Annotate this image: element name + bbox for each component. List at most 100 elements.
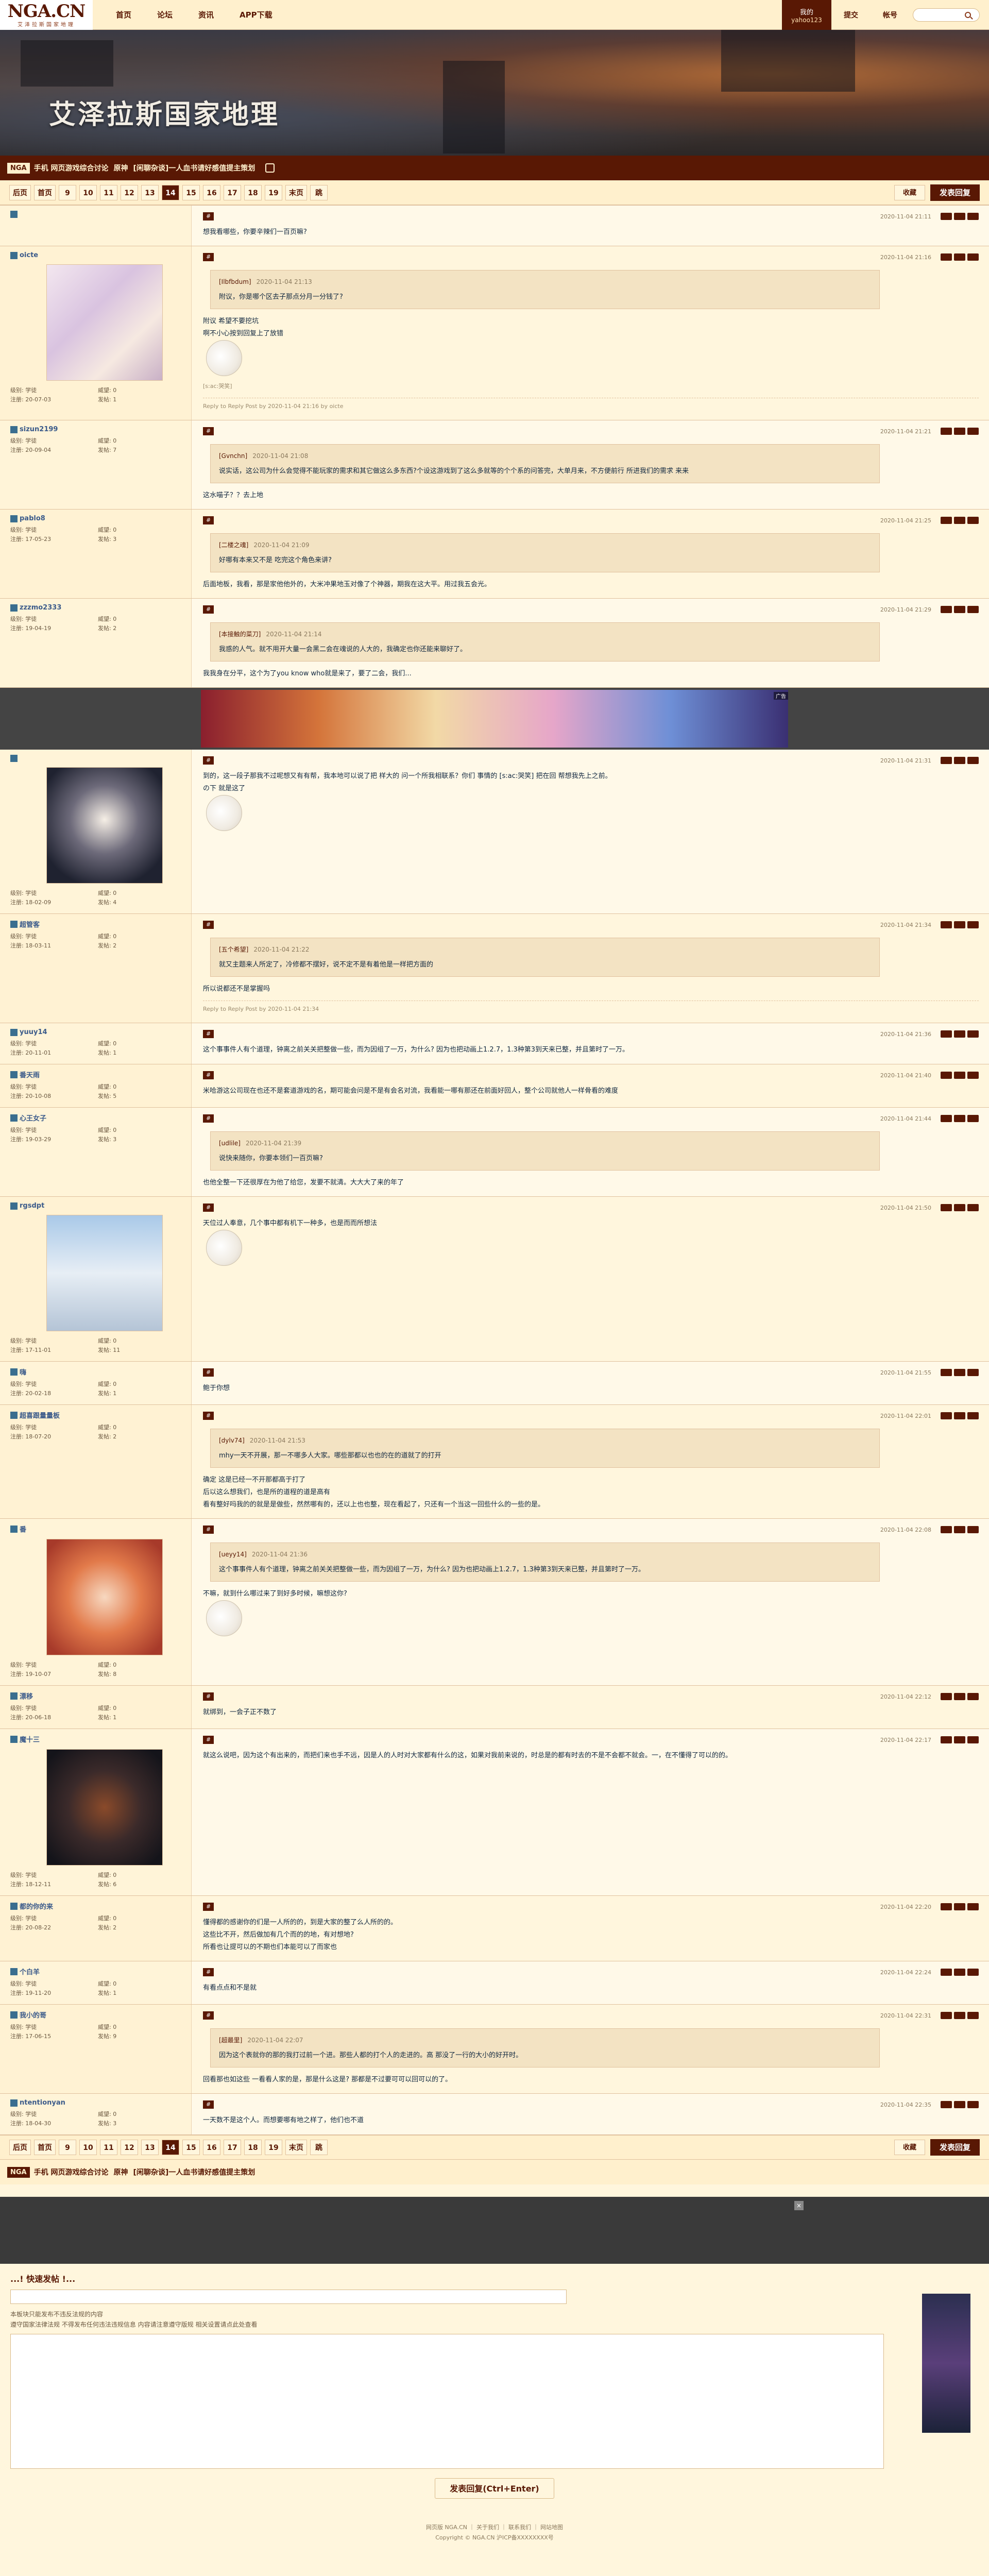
forum-badge[interactable]: NGA	[7, 162, 30, 174]
floor-number[interactable]: #	[203, 1071, 214, 1079]
page-link[interactable]: 16	[203, 184, 220, 200]
reply-icon[interactable]	[941, 1903, 952, 1910]
reply-textarea[interactable]	[10, 2334, 884, 2469]
author-name[interactable]: 心王女子	[20, 1113, 46, 1123]
nav-forum[interactable]: 论坛	[144, 0, 185, 30]
breadcrumb-board[interactable]: 原神	[114, 2167, 128, 2177]
author-name[interactable]: 番天雨	[20, 1070, 40, 1079]
reply-icon[interactable]	[941, 1030, 952, 1038]
avatar[interactable]	[46, 1749, 163, 1866]
forum-badge[interactable]: NGA	[7, 2166, 30, 2178]
nav-app-download[interactable]: APP下载	[227, 0, 285, 30]
page-link[interactable]: 12	[121, 2140, 138, 2155]
more-icon[interactable]	[967, 517, 979, 524]
quote-author[interactable]: [二楼之魂]	[219, 541, 248, 549]
nav-home[interactable]: 首页	[103, 0, 144, 30]
more-icon[interactable]	[967, 1072, 979, 1079]
quote-author[interactable]: [ueyy14]	[219, 1551, 247, 1558]
floor-number[interactable]: #	[203, 2100, 214, 2109]
author-name[interactable]: 个白羊	[20, 1967, 40, 1976]
floor-number[interactable]: #	[203, 516, 214, 524]
quote-icon[interactable]	[954, 2101, 965, 2108]
more-icon[interactable]	[967, 1412, 979, 1419]
search-icon[interactable]	[965, 12, 971, 18]
more-icon[interactable]	[967, 921, 979, 928]
page-current[interactable]: 14	[162, 184, 179, 200]
more-icon[interactable]	[967, 1204, 979, 1211]
quote-icon[interactable]	[954, 1115, 965, 1122]
quote-icon[interactable]	[954, 1204, 965, 1211]
floor-number[interactable]: #	[203, 1692, 214, 1701]
ad-banner[interactable]: 广告	[0, 688, 989, 750]
avatar[interactable]	[46, 1215, 163, 1331]
quote-author[interactable]: [Ilbfbdum]	[219, 278, 251, 285]
close-icon[interactable]: ×	[794, 2201, 804, 2210]
more-icon[interactable]	[967, 253, 979, 261]
promo-poster[interactable]	[922, 2294, 970, 2433]
quote-icon[interactable]	[954, 253, 965, 261]
quote-author[interactable]: [Gvnchn]	[219, 452, 247, 460]
quote-icon[interactable]	[954, 1736, 965, 1743]
reply-button[interactable]: 发表回复	[930, 2139, 980, 2156]
page-link[interactable]: 15	[182, 184, 200, 200]
quote-icon[interactable]	[954, 428, 965, 435]
author-name[interactable]: 魔十三	[20, 1734, 40, 1744]
reply-icon[interactable]	[941, 1693, 952, 1700]
quote-icon[interactable]	[954, 1903, 965, 1910]
floor-number[interactable]: #	[203, 253, 214, 261]
page-link[interactable]: 13	[141, 184, 159, 200]
reply-icon[interactable]	[941, 606, 952, 613]
reply-icon[interactable]	[941, 1115, 952, 1122]
reply-icon[interactable]	[941, 921, 952, 928]
author-name[interactable]: 超喜跟量量板	[20, 1410, 60, 1420]
floor-number[interactable]: #	[203, 1736, 214, 1744]
floor-number[interactable]: #	[203, 921, 214, 929]
more-icon[interactable]	[967, 606, 979, 613]
quote-icon[interactable]	[954, 517, 965, 524]
quote-icon[interactable]	[954, 921, 965, 928]
more-icon[interactable]	[967, 1115, 979, 1122]
floor-number[interactable]: #	[203, 427, 214, 435]
more-icon[interactable]	[967, 1369, 979, 1376]
floor-number[interactable]: #	[203, 1204, 214, 1212]
more-icon[interactable]	[967, 2012, 979, 2019]
author-name[interactable]: rgsdpt	[20, 1202, 44, 1210]
author-name[interactable]: 番	[20, 1524, 26, 1534]
reply-icon[interactable]	[941, 1072, 952, 1079]
reply-icon[interactable]	[941, 2101, 952, 2108]
quote-author[interactable]: [五个希望]	[219, 946, 248, 953]
account-link[interactable]: 帐号	[871, 10, 910, 20]
page-link[interactable]: 11	[100, 184, 117, 200]
nav-news[interactable]: 资讯	[185, 0, 227, 30]
more-icon[interactable]	[967, 1693, 979, 1700]
quote-icon[interactable]	[954, 1969, 965, 1976]
quote-author[interactable]: [本接触的菜刀]	[219, 631, 261, 638]
more-icon[interactable]	[967, 213, 979, 220]
search-input[interactable]	[918, 11, 965, 19]
reply-icon[interactable]	[941, 1369, 952, 1376]
user-menu[interactable]: 我的 yahoo123	[782, 0, 831, 30]
reply-icon[interactable]	[941, 213, 952, 220]
more-icon[interactable]	[967, 428, 979, 435]
reply-icon[interactable]	[941, 428, 952, 435]
floor-number[interactable]: #	[203, 1368, 214, 1377]
quote-icon[interactable]	[954, 606, 965, 613]
author-name[interactable]: yuuy14	[20, 1028, 47, 1036]
avatar[interactable]	[46, 264, 163, 381]
quote-icon[interactable]	[954, 1369, 965, 1376]
page-link[interactable]: 后页	[9, 184, 31, 200]
more-icon[interactable]	[967, 1736, 979, 1743]
search-box[interactable]	[913, 8, 980, 22]
floor-number[interactable]: #	[203, 1968, 214, 1976]
quote-icon[interactable]	[954, 1030, 965, 1038]
author-name[interactable]: ntentionyan	[20, 2099, 65, 2107]
quote-icon[interactable]	[954, 213, 965, 220]
page-link[interactable]: 末页	[285, 184, 307, 200]
submit-link[interactable]: 提交	[831, 10, 871, 20]
subject-input[interactable]	[10, 2290, 567, 2304]
reply-icon[interactable]	[941, 1736, 952, 1743]
more-icon[interactable]	[967, 1969, 979, 1976]
site-logo[interactable]: NGA.CN 艾泽拉斯国家地理	[0, 0, 93, 30]
page-link[interactable]: 10	[79, 2140, 97, 2155]
more-icon[interactable]	[967, 1030, 979, 1038]
